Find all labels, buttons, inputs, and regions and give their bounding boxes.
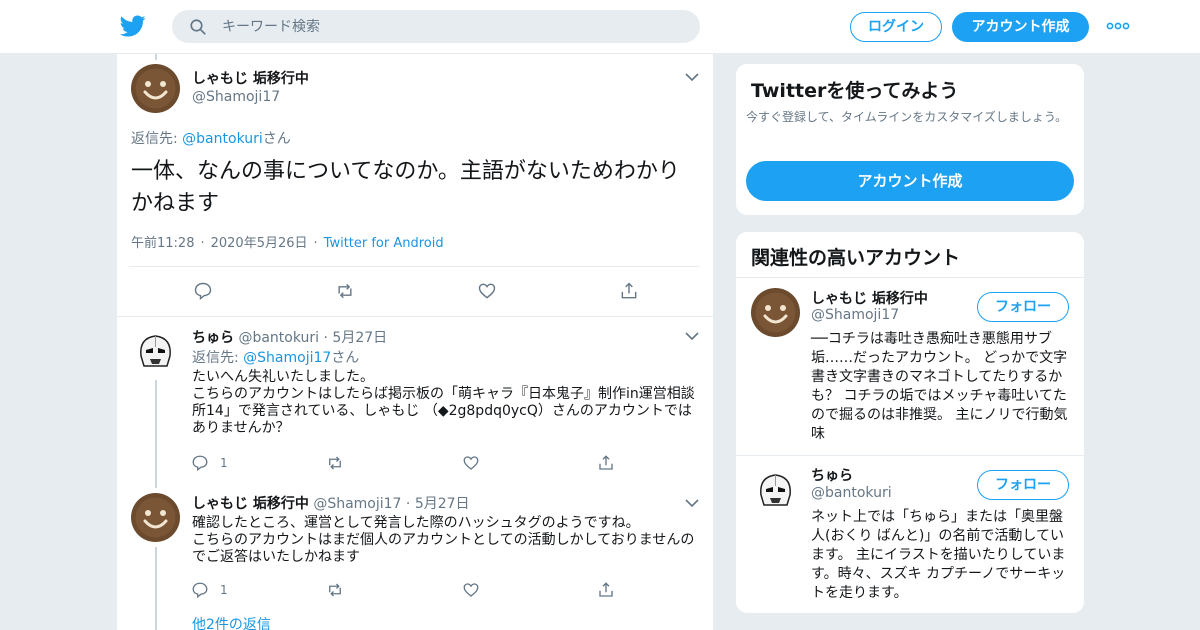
thread-line xyxy=(155,380,157,488)
avatar[interactable] xyxy=(751,288,800,337)
divider xyxy=(129,266,699,267)
stormtrooper-avatar-icon xyxy=(751,465,800,514)
account-name[interactable]: しゃもじ 垢移行中 xyxy=(811,288,928,308)
signup-card: Twitterを使ってみよう 今すぐ登録して、タイムラインをカスタマイズしましょ… xyxy=(735,63,1085,216)
retweet-icon[interactable] xyxy=(326,454,344,472)
reply-text: たいへん失礼いたしました。 こちらのアカウントはしたらば掲示板の「萌キャラ『日本… xyxy=(192,369,695,436)
search-box[interactable] xyxy=(172,10,700,43)
tweet-date[interactable]: 2020年5月26日 xyxy=(211,236,308,251)
tweet-date[interactable]: 5月27日 xyxy=(332,330,387,346)
face-avatar-icon xyxy=(131,493,180,542)
account-name[interactable]: ちゅら xyxy=(811,465,853,485)
author-handle[interactable]: @Shamoji17 xyxy=(313,496,401,512)
avatar[interactable] xyxy=(131,64,180,113)
face-avatar-icon xyxy=(131,64,180,113)
stormtrooper-avatar-icon xyxy=(131,326,180,375)
mention-link[interactable]: @bantokuri xyxy=(182,131,263,147)
more-options-icon[interactable] xyxy=(1106,18,1130,34)
card-title: Twitterを使ってみよう xyxy=(751,80,959,102)
share-icon[interactable] xyxy=(597,454,615,472)
signup-button[interactable]: アカウント作成 xyxy=(952,12,1089,42)
reply-header: しゃもじ 垢移行中 @Shamoji17 · 5月27日 xyxy=(192,496,470,512)
replying-prefix: 返信先: xyxy=(131,131,183,147)
chevron-down-icon[interactable] xyxy=(685,72,699,82)
retweet-icon[interactable] xyxy=(326,581,344,599)
chevron-down-icon[interactable] xyxy=(685,331,699,341)
replying-prefix: 返信先: xyxy=(192,350,244,366)
follow-button[interactable]: フォロー xyxy=(977,292,1069,322)
reply-icon[interactable] xyxy=(193,281,213,301)
reply-icon[interactable] xyxy=(191,454,209,472)
related-accounts-card: 関連性の高いアカウント しゃもじ 垢移行中 @Shamoji17 フォロー ──… xyxy=(735,231,1085,614)
signup-card-button[interactable]: アカウント作成 xyxy=(746,161,1074,201)
tweet-meta: 午前11:28 · 2020年5月26日 · Twitter for Android xyxy=(131,236,444,251)
tweet-date[interactable]: 5月27日 xyxy=(415,496,470,512)
avatar[interactable] xyxy=(751,465,800,514)
replying-to: 返信先: @bantokuriさん xyxy=(131,128,291,148)
login-button[interactable]: ログイン xyxy=(850,12,942,42)
tweet-source[interactable]: Twitter for Android xyxy=(324,236,444,251)
search-input[interactable] xyxy=(222,10,682,43)
like-icon[interactable] xyxy=(477,281,497,301)
thread-line xyxy=(155,547,157,630)
divider xyxy=(736,277,1084,278)
share-icon[interactable] xyxy=(619,281,639,301)
reply-text: 確認したところ、運営として発言した際のハッシュタグのようですね。 こちらのアカウ… xyxy=(192,515,695,565)
search-icon xyxy=(190,19,206,35)
avatar[interactable] xyxy=(131,493,180,542)
top-bar: ログイン アカウント作成 xyxy=(0,0,1200,54)
retweet-icon[interactable] xyxy=(335,281,355,301)
reply-icon[interactable] xyxy=(191,581,209,599)
card-title: 関連性の高いアカウント xyxy=(751,247,961,269)
account-handle[interactable]: @Shamoji17 xyxy=(811,307,899,323)
avatar[interactable] xyxy=(131,326,180,375)
author-name[interactable]: しゃもじ 垢移行中 xyxy=(192,68,309,88)
thread-connector xyxy=(155,54,157,60)
tweet-time[interactable]: 午前11:28 xyxy=(131,236,194,251)
author-name[interactable]: ちゅら xyxy=(192,330,234,346)
reply-count: 1 xyxy=(220,583,228,597)
account-bio: ネット上では「ちゅら」または「奥里盤人(おくり ばんと)」の名前で活動しています… xyxy=(811,509,1066,601)
reply-count: 1 xyxy=(220,456,228,470)
author-handle[interactable]: @Shamoji17 xyxy=(192,89,280,105)
reply-header: ちゅら @bantokuri · 5月27日 xyxy=(192,330,388,346)
author-name[interactable]: しゃもじ 垢移行中 xyxy=(192,496,309,512)
like-icon[interactable] xyxy=(462,581,480,599)
replying-suffix: さん xyxy=(262,131,291,147)
like-icon[interactable] xyxy=(462,454,480,472)
replying-to: 返信先: @Shamoji17さん xyxy=(192,347,359,367)
twitter-bird-icon[interactable] xyxy=(120,13,146,39)
more-replies-link[interactable]: 他2件の返信 xyxy=(192,614,271,630)
tweet-thread: しゃもじ 垢移行中 @Shamoji17 返信先: @bantokuriさん 一… xyxy=(116,54,714,630)
replying-suffix: さん xyxy=(331,350,360,366)
follow-button[interactable]: フォロー xyxy=(977,470,1069,500)
face-avatar-icon xyxy=(751,288,800,337)
tweet-text: 一体、なんの事についてなのか。主語がないためわかりかねます xyxy=(131,159,680,216)
mention-link[interactable]: @Shamoji17 xyxy=(243,350,331,366)
share-icon[interactable] xyxy=(597,581,615,599)
divider xyxy=(117,316,713,317)
account-bio: ──コチラは毒吐き愚痴吐き悪態用サブ垢……だったアカウント。 どっかで文字書き文… xyxy=(811,331,1068,442)
author-handle[interactable]: @bantokuri xyxy=(238,330,319,346)
chevron-down-icon[interactable] xyxy=(685,498,699,508)
divider xyxy=(736,455,1084,456)
card-subtitle: 今すぐ登録して、タイムラインをカスタマイズしましょう。 xyxy=(746,110,1068,124)
account-handle[interactable]: @bantokuri xyxy=(811,485,892,501)
